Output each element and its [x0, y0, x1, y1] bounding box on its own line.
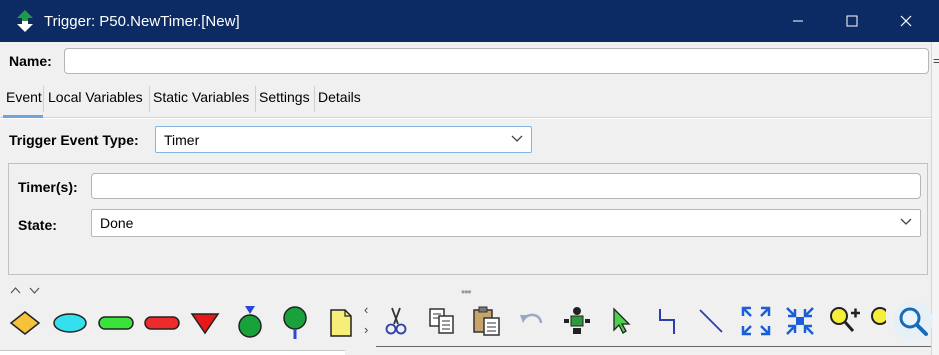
timer-group: Timer(s): State: Done	[8, 163, 928, 275]
selected-tab-indicator	[3, 115, 43, 118]
app-icon	[14, 10, 36, 32]
tab-static-variables[interactable]: Static Variables	[152, 89, 250, 105]
trigger-event-type-label: Trigger Event Type:	[9, 132, 139, 148]
select-button[interactable]	[605, 304, 639, 338]
tab-settings[interactable]: Settings	[258, 89, 311, 105]
tab-divider	[255, 86, 256, 112]
select-arrow-icon	[613, 307, 631, 334]
chevron-up-icon[interactable]	[10, 287, 21, 294]
zoom-in-button[interactable]	[827, 304, 861, 338]
splitter-grip[interactable]: •••	[461, 285, 472, 299]
expand-icon	[741, 306, 771, 336]
search-icon	[899, 307, 928, 336]
paste-icon	[473, 306, 500, 336]
red-triangle-icon[interactable]	[190, 311, 220, 335]
state-value: Done	[100, 215, 134, 231]
title-bar: Trigger: P50.NewTimer.[New]	[0, 0, 939, 42]
chevron-down-icon	[511, 135, 523, 142]
close-button[interactable]	[883, 0, 929, 42]
edit-toolbar	[376, 298, 931, 355]
cut-button[interactable]	[379, 304, 413, 338]
shape-palette	[0, 298, 362, 355]
window-title: Trigger: P50.NewTimer.[New]	[44, 12, 240, 30]
scroll-next-icon[interactable]: ›	[364, 322, 368, 337]
shrink-icon	[786, 307, 814, 335]
search-button[interactable]	[893, 301, 933, 341]
maximize-button[interactable]	[829, 0, 875, 42]
ellipse-shape-icon[interactable]	[52, 312, 88, 334]
line-button[interactable]	[694, 304, 728, 338]
line-icon	[699, 309, 723, 333]
copy-icon	[429, 308, 454, 334]
diamond-shape-icon[interactable]	[9, 310, 41, 336]
palette-divider	[0, 350, 345, 355]
timers-input[interactable]	[91, 173, 921, 199]
undo-icon	[520, 313, 543, 324]
copy-button[interactable]	[425, 304, 459, 338]
trigger-event-type-select[interactable]: Timer	[155, 126, 532, 153]
expand-button[interactable]	[739, 304, 773, 338]
move-button[interactable]	[560, 304, 594, 338]
paste-button[interactable]	[470, 304, 504, 338]
background-window-edge: =	[931, 42, 939, 355]
green-pin-icon[interactable]	[281, 306, 309, 340]
document-shape-icon[interactable]	[328, 308, 354, 338]
chevron-down-icon	[900, 218, 912, 225]
timers-label: Timer(s):	[18, 179, 78, 195]
zoom-in-icon	[830, 307, 860, 332]
trigger-event-type-value: Timer	[164, 131, 200, 148]
connector-icon	[659, 309, 675, 334]
name-row: Name:	[0, 42, 931, 80]
event-panel: Trigger Event Type: Timer Timer(s): Stat…	[0, 119, 931, 284]
toolbar-divider	[376, 346, 931, 347]
palette-scroll: ‹ ›	[362, 298, 376, 355]
connector-button[interactable]	[650, 304, 684, 338]
chevron-down-icon[interactable]	[29, 287, 40, 294]
zoom-button[interactable]	[866, 304, 886, 338]
cut-icon	[385, 307, 407, 335]
green-rounded-rect-icon[interactable]	[97, 314, 135, 332]
tab-event[interactable]: Event	[5, 89, 43, 105]
undo-button[interactable]	[515, 304, 549, 338]
tab-divider	[314, 86, 315, 112]
minimize-button[interactable]	[775, 0, 821, 42]
name-label: Name:	[9, 53, 52, 69]
tab-local-variables[interactable]: Local Variables	[47, 89, 144, 105]
red-rounded-rect-icon[interactable]	[143, 314, 181, 332]
state-select[interactable]: Done	[91, 209, 921, 237]
tab-details[interactable]: Details	[317, 89, 362, 105]
move-icon	[564, 307, 590, 334]
name-input[interactable]	[64, 48, 929, 74]
scroll-prev-icon[interactable]: ‹	[364, 302, 368, 317]
tab-bar: Event Local Variables Static Variables S…	[0, 80, 931, 118]
shrink-button[interactable]	[783, 304, 817, 338]
tab-divider	[149, 86, 150, 112]
splitter[interactable]: •••	[0, 284, 931, 299]
tab-divider	[43, 86, 44, 112]
zoom-icon	[871, 307, 886, 325]
green-circle-marker-icon[interactable]	[236, 304, 264, 340]
close-icon	[900, 15, 912, 27]
edge-mark: =	[933, 54, 939, 68]
state-label: State:	[18, 217, 57, 233]
